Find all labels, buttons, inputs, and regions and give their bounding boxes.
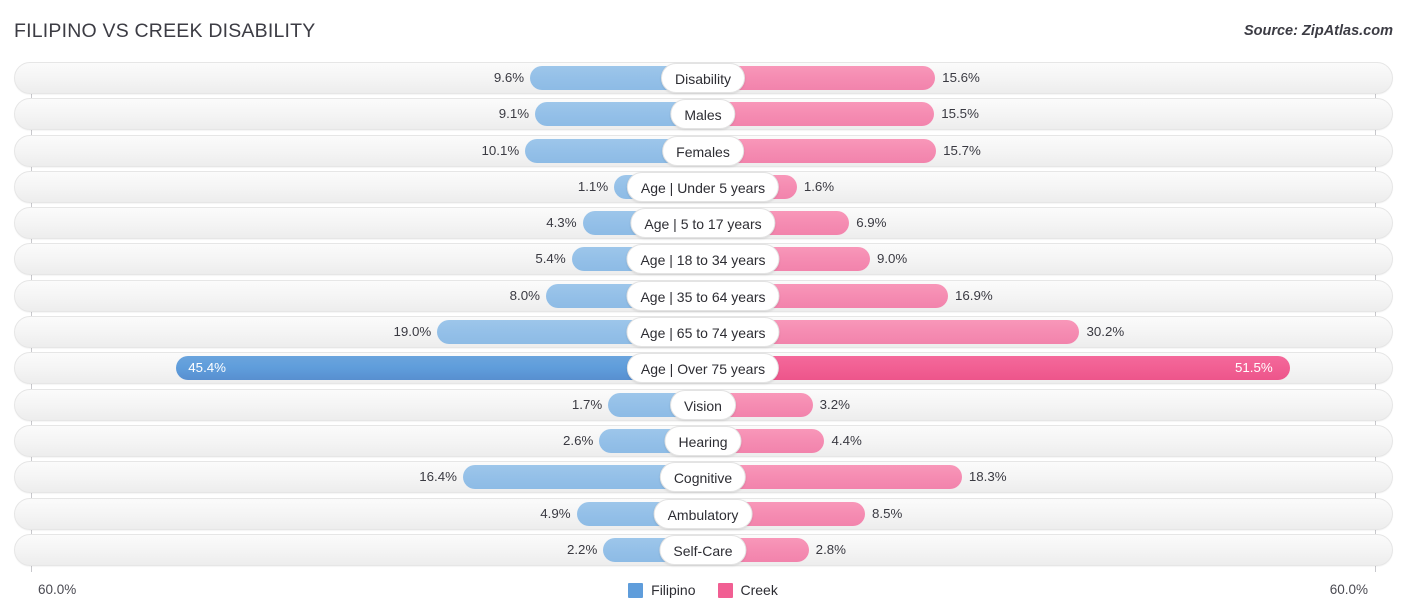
chart-row: 45.4% 51.5% Age | Over 75 years <box>0 352 1406 385</box>
value-label-creek: 8.5% <box>872 505 903 521</box>
row-label-pill: Age | Over 75 years <box>626 353 780 384</box>
value-label-filipino: 16.4% <box>419 469 457 485</box>
chart-row: 1.1% 1.6% Age | Under 5 years <box>0 170 1406 203</box>
chart-page: FILIPINO VS CREEK DISABILITY Source: Zip… <box>0 0 1406 612</box>
value-label-filipino: 19.0% <box>393 324 432 340</box>
value-label-filipino: 45.4% <box>188 360 226 376</box>
chart-footer: 60.0% 60.0% Filipino Creek <box>0 574 1406 612</box>
row-label-pill: Vision <box>670 389 736 420</box>
row-label-pill: Self-Care <box>659 534 747 565</box>
value-label-creek: 15.7% <box>943 142 981 158</box>
legend-creek[interactable]: Creek <box>717 582 778 598</box>
bar-creek <box>703 102 935 127</box>
legend-label: Filipino <box>651 582 696 598</box>
chart-row: 2.6% 4.4% Hearing <box>0 424 1406 457</box>
chart-row: 1.7% 3.2% Vision <box>0 388 1406 421</box>
chart-row: 9.1% 15.5% Males <box>0 98 1406 131</box>
legend-swatch-icon <box>717 582 733 598</box>
chart-row: 2.2% 2.8% Self-Care <box>0 533 1406 566</box>
diverging-bar-chart: 9.6% 15.6% Disability 9.1% 15.5% Males 10.1% 15… <box>0 62 1406 574</box>
value-label-filipino: 4.9% <box>540 505 571 521</box>
value-label-creek: 1.6% <box>803 178 835 194</box>
chart-row: 4.9% 8.5% Ambulatory <box>0 497 1406 530</box>
value-label-filipino: 4.3% <box>546 215 577 231</box>
row-label-pill: Age | 35 to 64 years <box>626 280 780 311</box>
row-label-pill: Age | Under 5 years <box>626 171 780 202</box>
value-label-filipino: 8.0% <box>509 287 540 303</box>
value-label-creek: 51.5% <box>1234 360 1273 376</box>
bar-filipino <box>176 356 703 381</box>
value-label-creek: 15.6% <box>942 70 980 85</box>
chart-row: 19.0% 30.2% Age | 65 to 74 years <box>0 316 1406 349</box>
source-attribution: Source: ZipAtlas.com <box>1243 23 1393 39</box>
value-label-creek: 16.9% <box>955 287 993 303</box>
legend-filipino[interactable]: Filipino <box>628 582 696 598</box>
value-label-filipino: 1.1% <box>577 178 609 194</box>
row-label-pill: Age | 18 to 34 years <box>626 244 780 275</box>
value-label-filipino: 2.6% <box>563 432 594 448</box>
value-label-creek: 18.3% <box>968 469 1007 485</box>
value-label-filipino: 5.4% <box>535 251 566 267</box>
value-label-creek: 3.2% <box>819 396 850 412</box>
row-label-pill: Males <box>670 99 736 130</box>
page-title: FILIPINO VS CREEK DISABILITY <box>14 20 316 42</box>
legend-swatch-icon <box>628 582 644 598</box>
value-label-filipino: 9.6% <box>493 70 525 85</box>
chart-row: 9.6% 15.6% Disability <box>0 62 1406 94</box>
value-label-creek: 6.9% <box>856 215 887 231</box>
chart-legend: Filipino Creek <box>0 582 1406 598</box>
row-label-pill: Hearing <box>664 425 742 456</box>
row-label-pill: Age | 5 to 17 years <box>630 208 776 239</box>
chart-rows: 9.6% 15.6% Disability 9.1% 15.5% Males 10.1% 15… <box>0 62 1406 570</box>
value-label-creek: 15.5% <box>941 106 979 122</box>
row-label-pill: Disability <box>660 63 746 93</box>
chart-row: 5.4% 9.0% Age | 18 to 34 years <box>0 243 1406 276</box>
chart-header: FILIPINO VS CREEK DISABILITY Source: Zip… <box>0 0 1406 62</box>
value-label-filipino: 2.2% <box>566 541 598 557</box>
value-label-creek: 30.2% <box>1086 324 1125 340</box>
chart-row: 16.4% 18.3% Cognitive <box>0 461 1406 494</box>
row-label-pill: Cognitive <box>659 462 747 493</box>
bar-creek <box>703 356 1290 381</box>
value-label-creek: 9.0% <box>876 251 908 267</box>
value-label-creek: 4.4% <box>831 432 862 448</box>
chart-row: 4.3% 6.9% Age | 5 to 17 years <box>0 207 1406 240</box>
value-label-creek: 2.8% <box>815 541 846 557</box>
value-label-filipino: 10.1% <box>481 142 520 158</box>
value-label-filipino: 9.1% <box>498 106 530 122</box>
row-label-pill: Females <box>662 135 744 166</box>
chart-row: 8.0% 16.9% Age | 35 to 64 years <box>0 279 1406 312</box>
legend-label: Creek <box>740 582 778 598</box>
row-label-pill: Age | 65 to 74 years <box>626 317 780 348</box>
value-label-filipino: 1.7% <box>571 396 603 412</box>
chart-row: 10.1% 15.7% Females <box>0 134 1406 167</box>
row-label-pill: Ambulatory <box>653 498 753 529</box>
